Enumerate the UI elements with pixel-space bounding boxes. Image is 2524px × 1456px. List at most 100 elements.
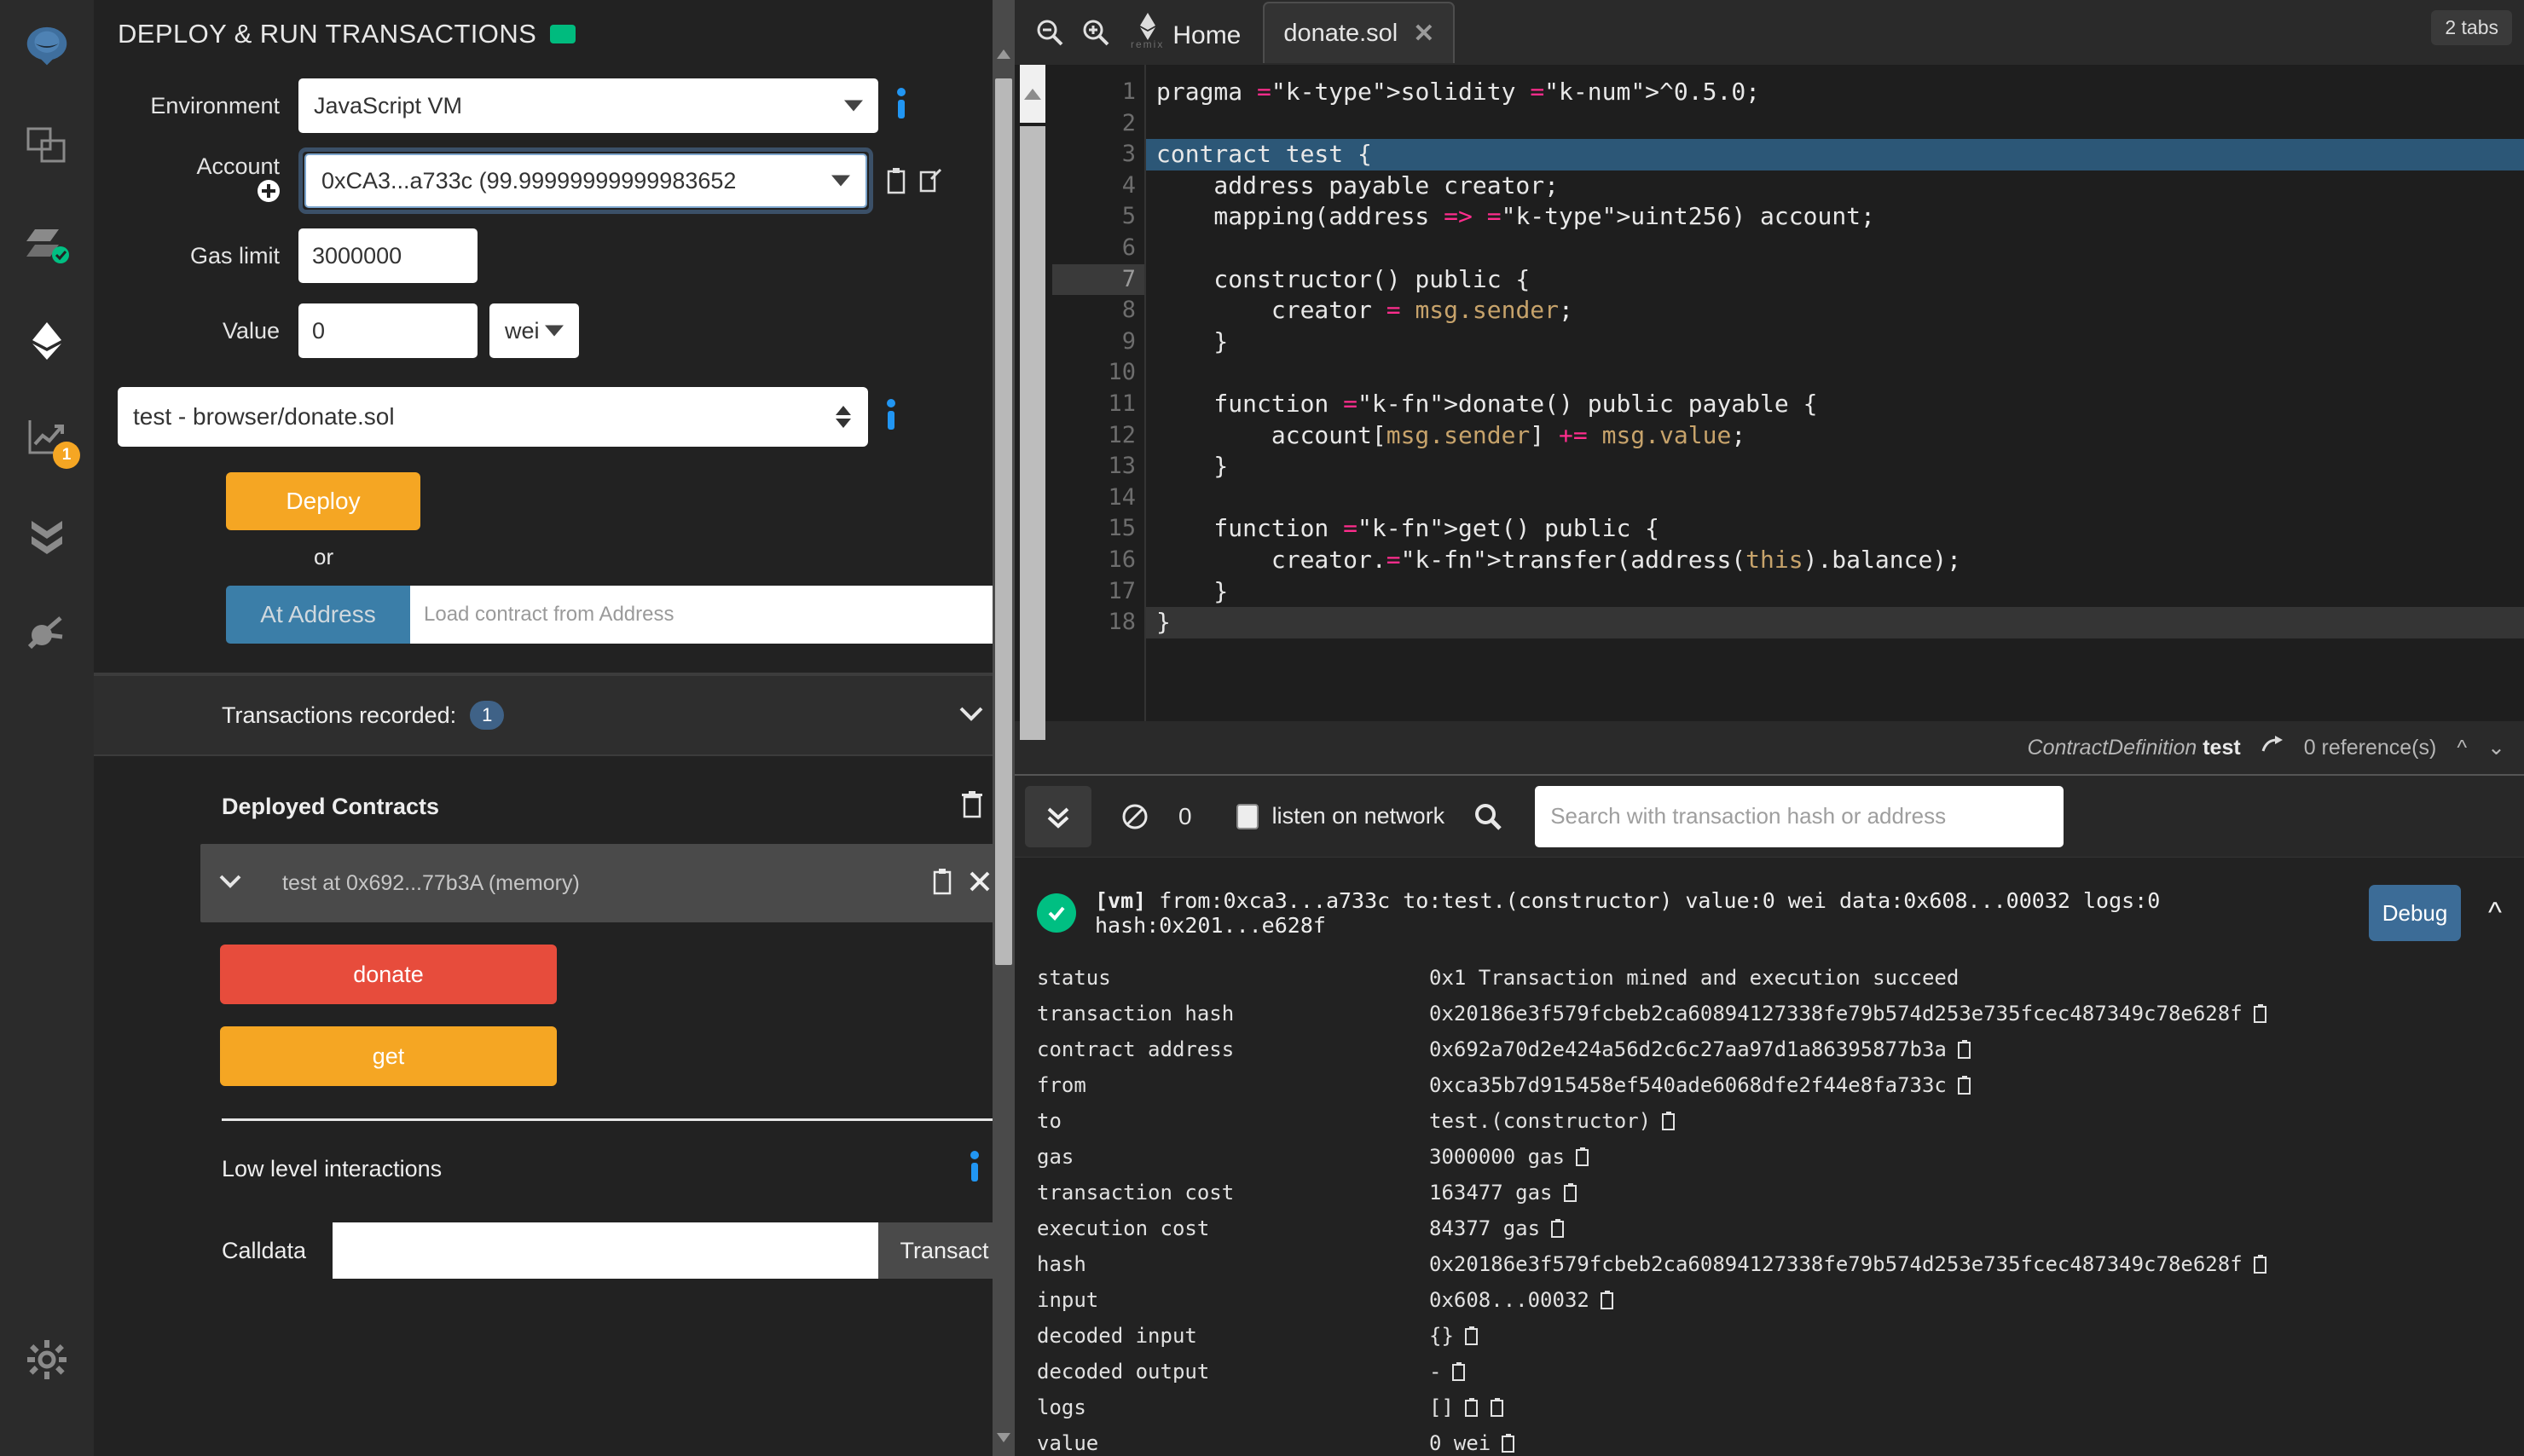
low-level-info-icon[interactable] [965,1150,984,1188]
copy-icon[interactable] [1600,1290,1615,1310]
code-line[interactable]: } [1146,607,2524,638]
calldata-input[interactable] [333,1222,878,1279]
zoom-out-icon[interactable] [1035,18,1064,47]
code-line[interactable]: } [1146,451,2524,482]
value-input[interactable] [298,303,478,358]
goto-definition-icon[interactable] [2261,735,2284,760]
copy-icon[interactable] [1957,1039,1972,1060]
scroll-down-arrow-icon[interactable] [997,1433,1010,1442]
toggle-terminal-icon[interactable] [1025,785,1091,847]
account-select[interactable]: 0xCA3...a733c (99.99999999999983652 [304,153,867,208]
code-line[interactable]: } [1146,326,2524,358]
deployed-contract-item[interactable]: test at 0x692...77b3A (memory) [200,844,1015,922]
environment-label: Environment [118,92,298,119]
value-unit-select[interactable]: wei [489,303,579,358]
code-line[interactable]: function ="k-fn">donate() public payable… [1146,389,2524,420]
listen-on-network-checkbox[interactable] [1236,803,1259,829]
copy-icon[interactable] [1575,1147,1590,1167]
code-line[interactable]: pragma ="k-type">solidity ="k-num">^0.5.… [1146,77,2524,108]
chevron-down-icon[interactable] [219,874,241,893]
tabs-count-badge[interactable]: 2 tabs [2431,10,2512,45]
edit-account-icon[interactable] [919,167,943,194]
code-content[interactable]: pragma ="k-type">solidity ="k-num">^0.5.… [1146,65,2524,721]
tab-donate-sol[interactable]: donate.sol ✕ [1263,2,1456,63]
scrollbar-thumb[interactable] [1020,126,1045,740]
copy-account-icon[interactable] [885,167,907,194]
code-line[interactable]: contract test { [1146,139,2524,170]
zoom-in-icon[interactable] [1081,18,1110,47]
code-line[interactable]: } [1146,576,2524,608]
file-explorers-icon[interactable] [17,116,77,176]
prev-reference-icon[interactable]: ^ [2457,736,2467,760]
line-number: 8 [1121,297,1136,324]
code-line[interactable]: constructor() public { [1146,264,2524,296]
code-line[interactable] [1146,108,2524,140]
copy-icon[interactable] [2253,1003,2268,1024]
analysis-icon[interactable]: 1 [17,407,80,469]
close-icon[interactable]: ✕ [1413,19,1434,49]
code-line[interactable]: creator.="k-fn">transfer(address(this).b… [1146,545,2524,576]
copy-icon[interactable] [1661,1111,1676,1131]
settings-icon[interactable] [17,1330,77,1390]
transactions-recorded-header[interactable]: Transactions recorded: 1 [94,674,1015,756]
deploy-button[interactable]: Deploy [226,472,420,530]
at-address-button[interactable]: At Address [226,586,410,644]
remix-logo-icon[interactable] [17,19,77,78]
copy-icon[interactable] [2253,1254,2268,1274]
scrollbar-thumb[interactable] [995,78,1012,965]
environment-select[interactable]: JavaScript VM [298,78,878,133]
home-tab[interactable]: remix Home [1131,11,1241,54]
copy-icon[interactable] [1464,1326,1479,1346]
detail-key: transaction cost [1037,1181,1235,1205]
code-line[interactable]: address payable creator; [1146,170,2524,202]
copy-icon[interactable] [1957,1075,1972,1095]
scroll-up-arrow-icon[interactable] [997,49,1010,59]
tab-donate-sol-label: donate.sol [1283,19,1398,47]
code-line[interactable]: creator = msg.sender; [1146,295,2524,326]
plugin-manager-icon[interactable] [17,602,77,662]
copy-icon[interactable] [1490,1397,1505,1418]
add-account-icon[interactable] [126,180,280,208]
debugger-icon[interactable] [17,505,77,564]
copy-icon[interactable] [1451,1361,1467,1382]
left-panel-scrollbar[interactable] [993,0,1015,1456]
contract-info-icon[interactable] [882,398,900,436]
code-line[interactable]: account[msg.sender] += msg.value; [1146,420,2524,452]
code-line[interactable] [1146,482,2524,514]
account-row: Account 0xCA3...a733c (99.99999999999983… [94,143,1015,218]
gas-limit-input[interactable] [298,228,478,283]
clear-console-icon[interactable] [1120,802,1149,831]
function-button-get[interactable]: get [220,1026,557,1086]
code-line[interactable] [1146,357,2524,389]
transact-button[interactable]: Transact [878,1222,1010,1279]
solidity-compiler-icon[interactable] [17,213,77,273]
line-number: 6 [1121,234,1136,261]
copy-contract-address-icon[interactable] [931,868,953,899]
copy-icon[interactable] [1501,1433,1516,1453]
code-line[interactable]: mapping(address => ="k-type">uint256) ac… [1146,201,2524,233]
transaction-log-entry[interactable]: [vm] from:0xca3...a733c to:test.(constru… [1015,858,2524,941]
debug-button[interactable]: Debug [2369,885,2462,941]
collapse-icon[interactable]: ^ [2488,897,2502,930]
function-button-donate[interactable]: donate [220,945,557,1004]
scroll-up-arrow-icon[interactable] [1020,65,1045,123]
next-reference-icon[interactable]: ⌄ [2487,735,2505,760]
close-icon[interactable] [969,870,991,897]
line-number: 3▾ [1052,139,1155,170]
search-icon[interactable] [1473,802,1502,831]
code-line[interactable] [1146,233,2524,264]
copy-icon[interactable] [1550,1218,1566,1239]
contract-select[interactable]: test - browser/donate.sol [118,387,868,447]
copy-icon[interactable] [1563,1182,1578,1203]
code-line[interactable]: function ="k-fn">get() public { [1146,513,2524,545]
at-address-input[interactable] [410,586,1002,644]
contract-select-row: test - browser/donate.sol [94,368,1015,447]
trash-icon[interactable] [960,790,984,823]
detail-value-text: - [1429,1360,1442,1384]
terminal-search-input[interactable] [1535,785,2064,847]
chevron-down-icon[interactable] [958,705,984,726]
editor-scrollbar[interactable] [1015,65,1052,740]
copy-icon[interactable] [1464,1397,1479,1418]
environment-info-icon[interactable] [892,87,911,125]
deploy-run-icon[interactable] [17,310,77,370]
